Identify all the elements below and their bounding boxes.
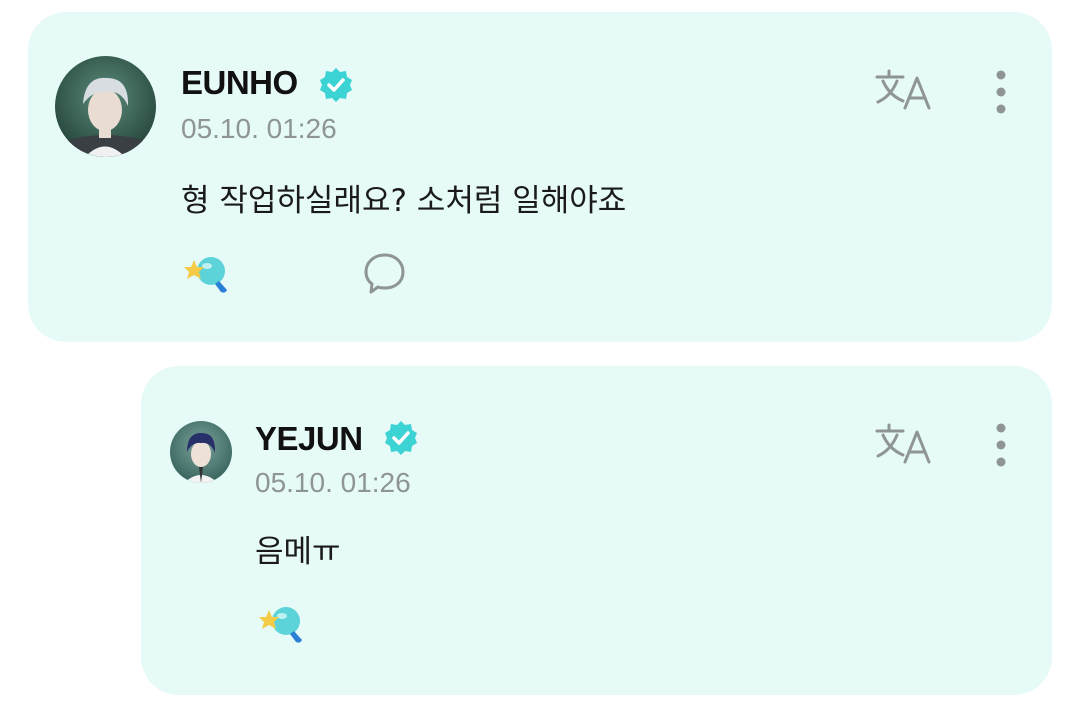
post-content: 형 작업하실래요? 소처럼 일해야죠	[181, 183, 627, 219]
author-name[interactable]: EUNHO	[181, 64, 298, 102]
translate-icon[interactable]	[875, 68, 933, 116]
more-options-icon[interactable]	[994, 68, 1008, 120]
reaction-icon[interactable]	[181, 252, 231, 300]
translate-icon[interactable]	[875, 422, 933, 470]
post-content: 음메ㅠ	[255, 534, 341, 570]
verified-badge-icon	[318, 67, 354, 107]
author-name[interactable]: YEJUN	[255, 420, 363, 458]
post-timestamp: 05.10. 01:26	[181, 113, 337, 144]
avatar[interactable]	[55, 56, 156, 157]
reaction-icon[interactable]	[256, 602, 306, 650]
avatar[interactable]	[170, 421, 232, 483]
comment-icon[interactable]	[363, 252, 407, 300]
verified-badge-icon	[383, 420, 419, 460]
more-options-icon[interactable]	[994, 421, 1008, 473]
reply-card[interactable]: YEJUN 05.10. 01:26 음메ㅠ	[141, 366, 1052, 695]
post-card[interactable]: EUNHO 05.10. 01:26 형 작업하실래요? 소처럼 일해야죠	[28, 12, 1052, 342]
post-timestamp: 05.10. 01:26	[255, 467, 411, 498]
